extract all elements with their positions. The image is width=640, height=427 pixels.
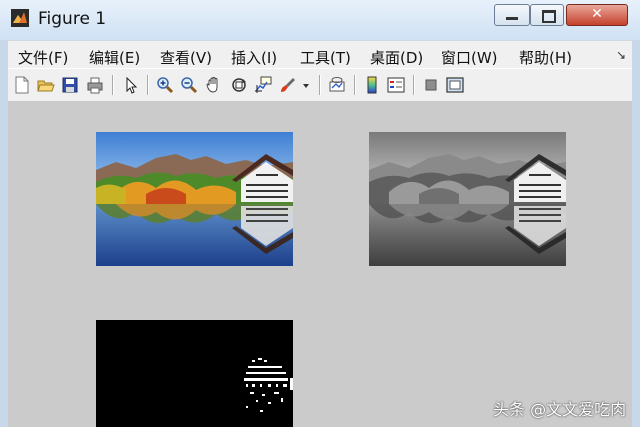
matlab-logo-icon xyxy=(11,9,29,27)
menu-insert[interactable]: 插入(I) xyxy=(231,47,277,68)
link-plot-icon[interactable] xyxy=(328,76,346,94)
new-figure-icon[interactable] xyxy=(13,76,31,94)
toolbar-separator xyxy=(413,75,415,95)
menu-window[interactable]: 窗口(W) xyxy=(441,47,498,68)
watermark-text: 头条 @文文爱吃肉 xyxy=(493,400,627,419)
print-icon[interactable] xyxy=(86,76,104,94)
rotate-3d-icon[interactable] xyxy=(230,76,248,94)
maximize-button[interactable] xyxy=(530,4,564,26)
window-title: Figure 1 xyxy=(38,9,107,29)
colorbar-icon[interactable] xyxy=(363,76,381,94)
zoom-out-icon[interactable] xyxy=(180,76,198,94)
hide-plot-tools-icon[interactable] xyxy=(422,76,440,94)
menu-view[interactable]: 查看(V) xyxy=(160,47,212,68)
show-plot-tools-icon[interactable] xyxy=(446,76,464,94)
open-file-icon[interactable] xyxy=(37,76,55,94)
zoom-in-icon[interactable] xyxy=(156,76,174,94)
figure-window: Figure 1 ✕ 文件(F) 编辑(E) 查看(V) 插入(I) 工具(T)… xyxy=(0,0,640,427)
save-icon[interactable] xyxy=(61,76,79,94)
title-bar[interactable]: Figure 1 ✕ xyxy=(0,0,640,40)
color-image xyxy=(96,132,293,266)
brush-dropdown-icon[interactable] xyxy=(302,76,310,94)
menu-file[interactable]: 文件(F) xyxy=(18,47,68,68)
toolbar-separator xyxy=(112,75,114,95)
menu-bar: 文件(F) 编辑(E) 查看(V) 插入(I) 工具(T) 桌面(D) 窗口(W… xyxy=(8,40,632,69)
menu-desktop[interactable]: 桌面(D) xyxy=(370,47,423,68)
data-cursor-icon[interactable] xyxy=(254,76,272,94)
legend-icon[interactable] xyxy=(387,76,405,94)
toolbar-separator xyxy=(319,75,321,95)
minimize-button[interactable] xyxy=(494,4,530,26)
menu-tools[interactable]: 工具(T) xyxy=(300,47,351,68)
menu-edit[interactable]: 编辑(E) xyxy=(89,47,140,68)
menu-help[interactable]: 帮助(H) xyxy=(519,47,572,68)
toolbar-separator xyxy=(147,75,149,95)
brush-icon[interactable] xyxy=(279,76,297,94)
close-button[interactable]: ✕ xyxy=(566,4,628,26)
grayscale-image xyxy=(369,132,566,266)
close-icon: ✕ xyxy=(591,6,603,22)
toolbar-separator xyxy=(354,75,356,95)
figure-toolbar xyxy=(8,68,632,102)
figure-canvas: 头条 @文文爱吃肉 xyxy=(8,101,632,427)
pointer-icon[interactable] xyxy=(122,76,140,94)
pan-icon[interactable] xyxy=(205,76,223,94)
menu-overflow-icon[interactable]: ↘ xyxy=(616,48,626,62)
binary-image xyxy=(96,320,293,427)
